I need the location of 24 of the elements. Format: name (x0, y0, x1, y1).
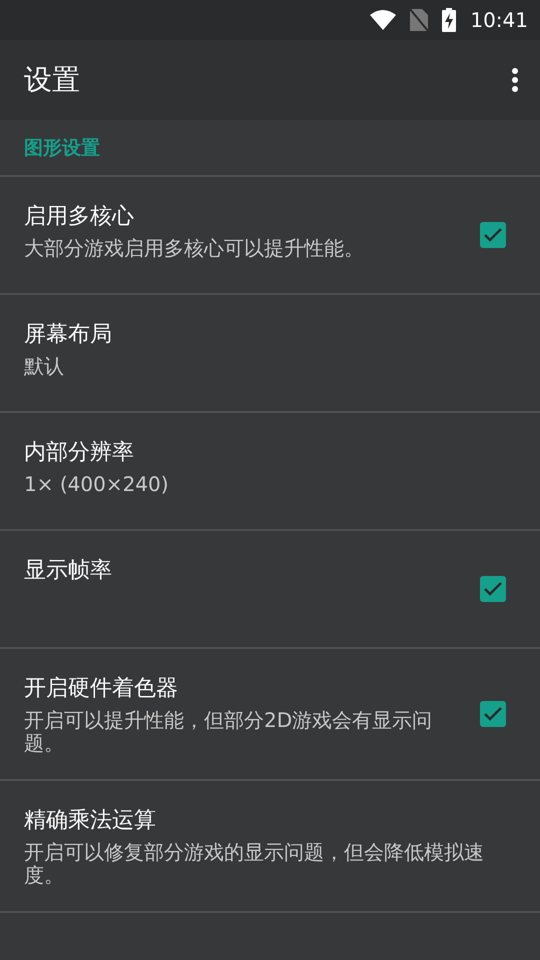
setting-title[interactable]: 开启硬件着色器 (24, 673, 460, 703)
wifi-icon (370, 10, 396, 30)
setting-summary: 大部分游戏启用多核心可以提升性能。 (24, 237, 365, 260)
setting-summary: 开启可以提升性能，但部分2D游戏会有显示问题。 (24, 709, 434, 755)
status-time: 10:41 (470, 8, 528, 32)
checkmark-icon (484, 582, 502, 596)
app-bar-title: 设置 (24, 62, 80, 98)
more-icon (512, 68, 518, 92)
no-sim-icon (410, 9, 428, 31)
setting-title[interactable]: 屏幕布局 (24, 319, 518, 349)
battery-charging-icon (442, 8, 456, 32)
checkmark-icon (484, 707, 502, 721)
checkbox[interactable] (480, 701, 506, 727)
setting-title[interactable]: 精确乘法运算 (24, 805, 518, 835)
setting-title[interactable]: 显示帧率 (24, 555, 460, 585)
checkbox[interactable] (480, 222, 506, 248)
setting-summary: 默认 (24, 355, 65, 378)
setting-summary: 开启可以修复部分游戏的显示问题，但会降低模拟速度。 (24, 841, 485, 887)
checkbox[interactable] (480, 576, 506, 602)
setting-title[interactable]: 启用多核心 (24, 201, 460, 231)
checkmark-icon (484, 228, 502, 242)
setting-summary: 1× (400×240) (24, 473, 170, 496)
section-title: 图形设置 (24, 136, 100, 160)
setting-title[interactable]: 内部分辨率 (24, 437, 518, 467)
